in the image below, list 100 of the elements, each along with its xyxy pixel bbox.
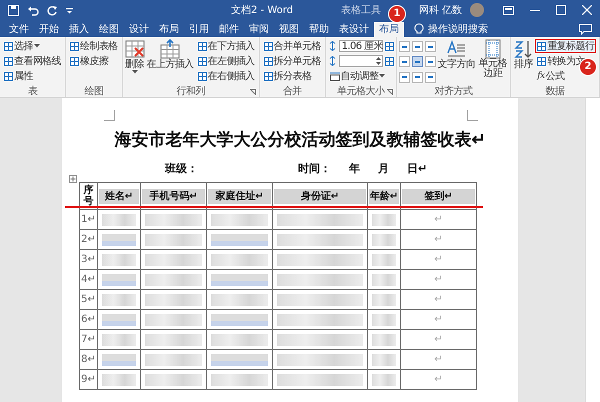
ribbon-tab[interactable]: 文件 — [4, 22, 34, 37]
ribbon-button[interactable]: 合并单元格 — [262, 39, 323, 53]
dialog-launcher-icon[interactable] — [250, 89, 256, 95]
blurred-text — [372, 214, 396, 226]
alignment-button[interactable] — [398, 56, 410, 68]
ribbon-button[interactable]: 橡皮擦 — [68, 54, 110, 68]
alignment-button[interactable] — [398, 41, 410, 52]
ribbon-tab[interactable]: 绘图 — [94, 22, 124, 37]
ribbon-tab[interactable]: 视图 — [274, 22, 304, 37]
ribbon-tab[interactable]: 引用 — [184, 22, 214, 37]
spinner-arrows-icon[interactable] — [376, 56, 381, 66]
size-field[interactable] — [338, 55, 383, 67]
ribbon-button[interactable]: 在右侧插入 — [196, 69, 257, 83]
scrollbar[interactable] — [585, 98, 600, 402]
blurred-text — [102, 374, 136, 386]
blurred-text — [102, 314, 136, 326]
blurred-text — [211, 234, 268, 246]
table-cell: 3↵ — [81, 254, 96, 265]
size-field[interactable]: 1.06 厘米 — [338, 40, 383, 52]
ribbon-tab[interactable]: 布局 — [154, 22, 184, 37]
group-label: 绘图 — [84, 85, 104, 98]
ribbon-tab[interactable]: 布局 — [374, 22, 404, 37]
autofit-icon — [330, 72, 340, 80]
ribbon-button[interactable]: 拆分表格 — [262, 69, 314, 83]
user-name[interactable]: 网科 亿数 — [419, 3, 462, 17]
blurred-text — [211, 314, 268, 326]
column-header: 年龄↵ — [369, 188, 399, 204]
blurred-text — [145, 234, 202, 246]
table-icon — [4, 42, 13, 50]
ribbon-tab[interactable]: 设计 — [124, 22, 154, 37]
ribbon-button[interactable]: 文字方向 — [438, 39, 476, 85]
alignment-button[interactable] — [398, 72, 410, 83]
ribbon-button[interactable]: fx公式 — [535, 69, 566, 83]
blurred-text — [145, 314, 202, 326]
undo-icon[interactable] — [27, 4, 39, 16]
ribbon-tab[interactable]: 邮件 — [214, 22, 244, 37]
blurred-text — [211, 214, 268, 226]
table-cell: ↵ — [434, 354, 443, 365]
table-cell: 2↵ — [81, 234, 96, 245]
ribbon-tab[interactable]: 帮助 — [304, 22, 334, 37]
table-icon — [70, 56, 80, 66]
group-label: 单元格大小 — [337, 84, 384, 98]
ribbon-tab[interactable]: 表设计 — [334, 22, 374, 37]
blurred-text — [211, 294, 268, 306]
alignment-button[interactable] — [424, 41, 436, 52]
blurred-text — [211, 374, 268, 386]
ribbon-button[interactable]: 拆分单元格 — [262, 54, 323, 68]
move-handle-icon[interactable] — [69, 175, 77, 183]
maximize-icon[interactable] — [556, 5, 566, 15]
table-cell: ↵ — [434, 234, 443, 245]
ribbon-button[interactable]: 查看网格线 — [2, 54, 64, 68]
blurred-text — [211, 354, 268, 366]
column-header: 序号 — [84, 185, 94, 207]
ribbon-button[interactable]: 选择 — [2, 39, 42, 53]
save-icon[interactable] — [8, 4, 19, 16]
table-cell: ↵ — [434, 334, 443, 345]
alignment-button[interactable] — [412, 56, 423, 68]
table-icon — [264, 72, 273, 80]
blurred-text — [145, 274, 202, 286]
alignment-button[interactable] — [424, 56, 436, 68]
blurred-text — [145, 334, 202, 346]
ribbon-button[interactable]: 排序 — [513, 39, 534, 85]
table-cell: ↵ — [434, 374, 443, 385]
table-icon — [4, 56, 13, 66]
ribbon-tab[interactable]: 审阅 — [244, 22, 274, 37]
table-cell: ↵ — [434, 274, 443, 285]
customize-icon[interactable] — [66, 6, 73, 14]
table-cell: 9↵ — [81, 374, 96, 385]
ribbon-button[interactable]: 在上方插入 — [146, 39, 194, 85]
window-title: 文档2 - Word — [231, 4, 294, 17]
alignment-button[interactable] — [412, 41, 423, 52]
ribbon-button[interactable]: 自动调整 — [328, 69, 388, 83]
ribbon-tab[interactable]: 开始 — [34, 22, 64, 37]
table-icon — [264, 56, 273, 66]
close-icon[interactable] — [582, 5, 592, 15]
blurred-text — [102, 354, 136, 366]
ribbon-button[interactable]: 重复标题行 — [535, 39, 596, 53]
ribbon-display-icon[interactable] — [503, 6, 514, 14]
date-label: 日↵ — [407, 161, 428, 176]
table-icon — [537, 56, 546, 66]
ribbon-button[interactable]: 在下方插入 — [196, 39, 257, 53]
table-icon[interactable] — [384, 56, 394, 66]
table-cell: ↵ — [434, 214, 443, 225]
tell-me-search[interactable]: 操作说明搜索 — [428, 22, 488, 37]
table-cell: ↵ — [434, 294, 443, 305]
alignment-button[interactable] — [424, 72, 436, 83]
ribbon-button[interactable]: 绘制表格 — [68, 39, 120, 53]
ribbon-button[interactable]: 单元格边距 — [477, 39, 508, 85]
document-title: 海安市老年大学大公分校活动签到及教辅签收表↵ — [114, 129, 486, 151]
group-label: 对齐方式 — [434, 84, 472, 98]
blurred-text — [102, 254, 136, 266]
ribbon-button[interactable]: 删除 — [124, 39, 145, 85]
ribbon-button[interactable]: 属性 — [2, 69, 35, 83]
comment-icon[interactable] — [579, 24, 592, 35]
table-icon[interactable] — [384, 42, 394, 50]
ribbon-tab[interactable]: 插入 — [64, 22, 94, 37]
ribbon-button[interactable]: 在左侧插入 — [196, 54, 257, 68]
redo-icon[interactable] — [47, 4, 58, 16]
dialog-launcher-icon[interactable] — [386, 89, 393, 95]
alignment-button[interactable] — [412, 72, 423, 83]
